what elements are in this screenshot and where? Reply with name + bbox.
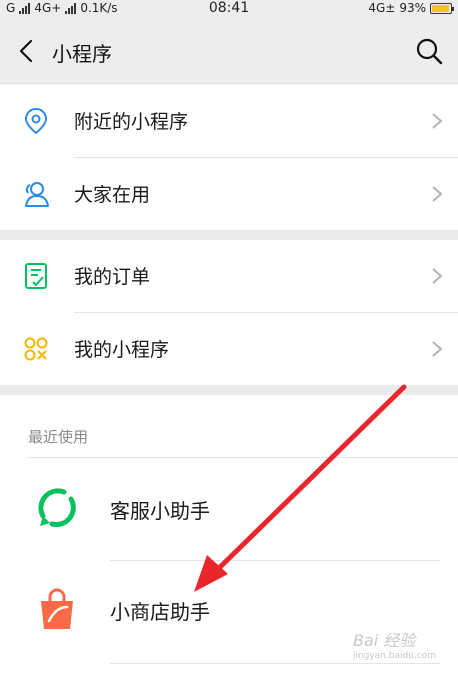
watermark-sub: jingyan.baidu.com <box>352 651 436 661</box>
annotation-arrow <box>194 384 407 592</box>
watermark: Bai 经验 jingyan.baidu.com <box>353 627 436 661</box>
watermark-text: Bai 经验 <box>352 631 416 650</box>
